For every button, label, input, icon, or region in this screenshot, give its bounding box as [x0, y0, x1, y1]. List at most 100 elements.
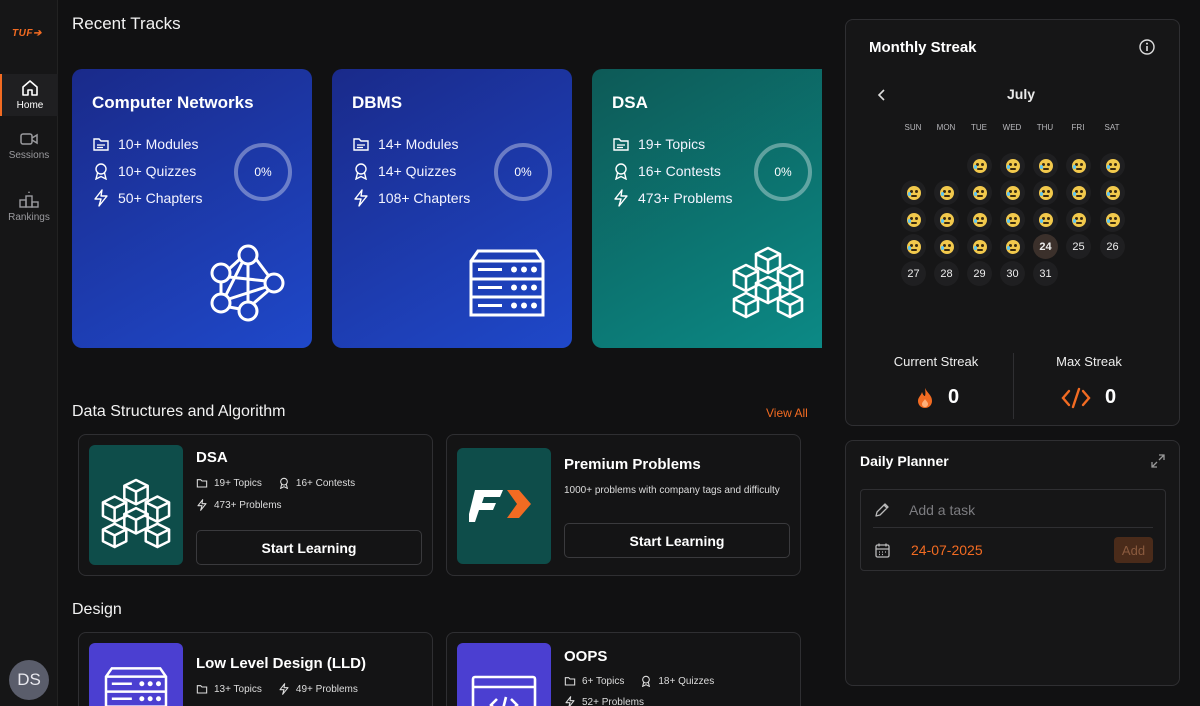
calendar-day[interactable] [1100, 153, 1125, 178]
track-card-title: DBMS [352, 93, 403, 112]
crying-face-icon [1105, 185, 1120, 200]
flame-icon [918, 387, 932, 408]
calendar-day[interactable] [934, 234, 959, 259]
course-meta-text: 52+ Problems [582, 696, 644, 706]
calendar-day[interactable]: 25 [1066, 234, 1091, 259]
start-learning-button[interactable]: Start Learning [196, 530, 422, 565]
progress-text: 0% [514, 165, 532, 179]
track-stat-text: 10+ Modules [118, 136, 199, 152]
crying-face-icon [906, 239, 921, 254]
calendar-day[interactable] [967, 153, 992, 178]
current-streak-label: Current Streak [893, 354, 979, 369]
calendar-day[interactable] [967, 180, 992, 205]
task-input[interactable] [909, 502, 1109, 518]
bolt-icon [565, 696, 575, 706]
course-card-dsa[interactable]: DSA 19+ Topics 16+ Contests 473+ Problem… [78, 434, 433, 576]
sidebar: TUF➔ Home Sessions Rankings DS [0, 0, 58, 706]
calendar-icon[interactable] [875, 543, 890, 558]
course-title: Low Level Design (LLD) [196, 655, 367, 672]
track-card-dsa[interactable]: DSA 19+ Topics 16+ Contests 473+ Problem… [592, 69, 822, 348]
badge-icon [279, 477, 288, 489]
track-stat: 14+ Modules [352, 135, 459, 153]
track-stat: 14+ Quizzes [352, 162, 456, 180]
crying-face-icon [1071, 158, 1086, 173]
crying-face-icon [1038, 212, 1053, 227]
calendar-day-today[interactable]: 24 [1033, 234, 1058, 259]
track-card-computer-networks[interactable]: Computer Networks 10+ Modules 10+ Quizze… [72, 69, 312, 348]
calendar-day[interactable] [1033, 180, 1058, 205]
sidebar-item-rankings[interactable]: Rankings [0, 190, 58, 226]
calendar-day[interactable]: 29 [967, 261, 992, 286]
panel-title: Monthly Streak [869, 39, 977, 56]
bolt-icon [354, 189, 368, 207]
calendar-day[interactable] [1000, 180, 1025, 205]
calendar-day[interactable] [967, 234, 992, 259]
course-thumbnail [89, 643, 183, 706]
progress-ring: 0% [234, 143, 292, 201]
server-icon [469, 249, 545, 317]
calendar-day[interactable] [1100, 180, 1125, 205]
calendar-day[interactable] [1000, 153, 1025, 178]
crying-face-icon [972, 212, 987, 227]
track-card-clip: DSA 19+ Topics 16+ Contests 473+ Problem… [592, 69, 822, 348]
calendar-day[interactable] [1000, 207, 1025, 232]
calendar-day[interactable]: 26 [1100, 234, 1125, 259]
expand-icon[interactable] [1151, 454, 1165, 468]
calendar-day[interactable] [1033, 207, 1058, 232]
crying-face-icon [972, 185, 987, 200]
calendar-day[interactable] [1000, 234, 1025, 259]
track-stat: 10+ Modules [92, 135, 199, 153]
calendar-day[interactable] [901, 234, 926, 259]
weekday-label: MON [936, 123, 956, 132]
calendar-day[interactable]: 27 [901, 261, 926, 286]
sidebar-item-label: Sessions [8, 150, 50, 161]
course-card-lld[interactable]: Low Level Design (LLD) 13+ Topics 49+ Pr… [78, 632, 433, 706]
calendar-day[interactable] [967, 207, 992, 232]
course-meta-text: 473+ Problems [214, 499, 282, 511]
logo-arrow: ➔ [32, 28, 42, 39]
sidebar-item-sessions[interactable]: Sessions [0, 132, 58, 166]
calendar-day[interactable]: 31 [1033, 261, 1058, 286]
calendar-day[interactable] [1066, 153, 1091, 178]
calendar-day[interactable] [934, 207, 959, 232]
calendar-day[interactable] [934, 180, 959, 205]
current-streak-value: 0 [948, 386, 960, 408]
start-learning-button[interactable]: Start Learning [564, 523, 790, 558]
max-streak-value: 0 [1105, 386, 1117, 408]
progress-ring: 0% [754, 143, 812, 201]
calendar-day[interactable] [1033, 153, 1058, 178]
max-streak-label: Max Streak [1056, 354, 1122, 369]
crying-face-icon [1038, 185, 1053, 200]
logo[interactable]: TUF➔ [12, 28, 42, 39]
date-field[interactable]: 24-07-2025 [911, 542, 983, 558]
crying-face-icon [906, 185, 921, 200]
progress-text: 0% [774, 165, 792, 179]
home-icon [22, 80, 38, 96]
video-icon [20, 133, 38, 145]
track-card-dbms[interactable]: DBMS 14+ Modules 14+ Quizzes 108+ Chapte… [332, 69, 572, 348]
course-meta: 19+ Topics 16+ Contests [196, 477, 355, 489]
calendar-day[interactable]: 30 [1000, 261, 1025, 286]
sidebar-item-home[interactable]: Home [0, 74, 58, 116]
course-card-premium[interactable]: Premium Problems 1000+ problems with com… [446, 434, 801, 576]
calendar-day[interactable] [901, 180, 926, 205]
folder-icon [613, 138, 629, 151]
crying-face-icon [939, 185, 954, 200]
podium-icon [19, 191, 39, 208]
server-icon [104, 667, 168, 706]
calendar-day[interactable]: 28 [934, 261, 959, 286]
bolt-icon [614, 189, 628, 207]
crying-face-icon [939, 212, 954, 227]
view-all-link[interactable]: View All [766, 406, 808, 420]
avatar[interactable]: DS [9, 660, 49, 700]
logo-text: TUF [12, 28, 33, 39]
course-card-oops[interactable]: OOPS 6+ Topics 18+ Quizzes 52+ Problems [446, 632, 801, 706]
calendar-day[interactable] [1066, 207, 1091, 232]
calendar-day[interactable] [1100, 207, 1125, 232]
daily-planner-panel: Daily Planner 24-07-2025 Add [845, 440, 1180, 686]
calendar-day[interactable] [901, 207, 926, 232]
calendar-day[interactable] [1066, 180, 1091, 205]
info-icon[interactable] [1139, 39, 1155, 55]
track-stat: 473+ Problems [612, 189, 733, 207]
add-task-button[interactable]: Add [1114, 537, 1153, 563]
